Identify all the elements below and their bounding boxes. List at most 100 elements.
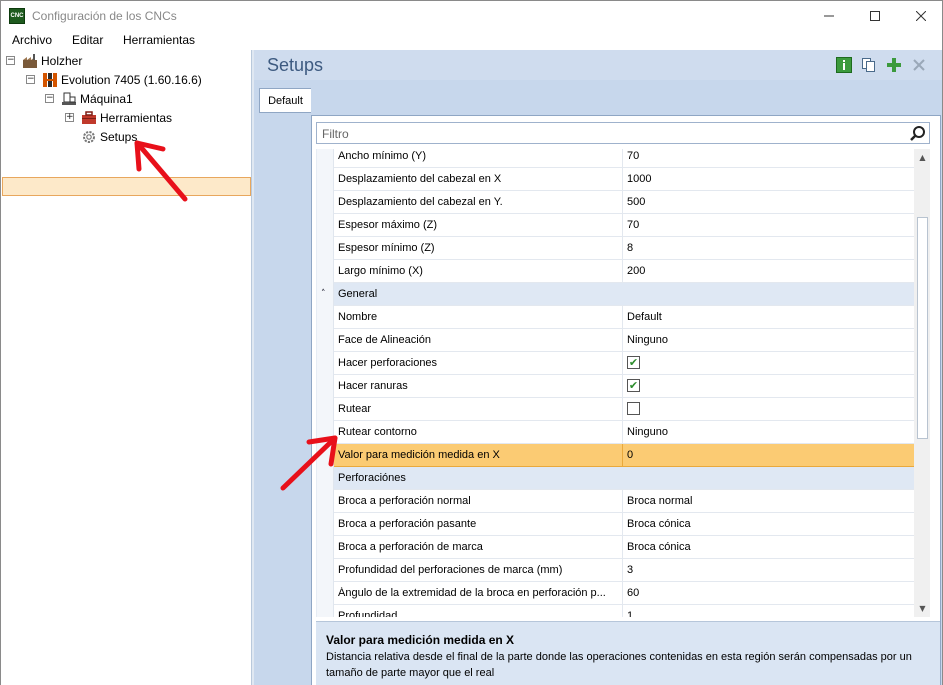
category-row[interactable]: ˄ General [321, 283, 914, 306]
delete-icon[interactable] [911, 57, 927, 73]
property-name: Broca a perforación normal [338, 495, 471, 507]
column-divider [622, 375, 623, 398]
collapse-icon[interactable]: − [45, 94, 54, 103]
close-button[interactable] [898, 1, 943, 30]
property-value[interactable]: 60 [627, 587, 639, 599]
scroll-up-icon[interactable]: ▲ [914, 149, 930, 166]
tree-node-herramientas[interactable]: + Herramientas [65, 108, 172, 127]
collapse-icon[interactable]: − [26, 75, 35, 84]
tree-label-holzher: Holzher [41, 53, 83, 68]
filter-field[interactable]: Filtro [316, 122, 930, 144]
property-value[interactable]: 200 [627, 265, 645, 277]
property-row[interactable]: Ángulo de la extremidad de la broca en p… [334, 582, 914, 605]
minimize-button[interactable] [806, 1, 852, 30]
property-row[interactable]: Desplazamiento del cabezal en Y. 500 [334, 191, 914, 214]
property-row[interactable]: Ancho mínimo (Y) 70 [334, 149, 914, 168]
vertical-scrollbar[interactable]: ▲ ▼ [914, 149, 930, 617]
column-divider [622, 490, 623, 513]
property-row[interactable]: Profundidad ... 1 [334, 605, 914, 617]
search-icon[interactable] [909, 125, 926, 142]
property-name: Broca a perforación pasante [338, 518, 477, 530]
menu-herramientas[interactable]: Herramientas [123, 33, 195, 47]
property-value[interactable]: 0 [627, 449, 633, 461]
tree-node-holzher[interactable]: − Holzher [6, 51, 82, 70]
property-value[interactable]: Default [627, 311, 662, 323]
property-row[interactable]: Largo mínimo (X) 200 [334, 260, 914, 283]
property-value[interactable]: Broca cónica [627, 518, 691, 530]
property-value[interactable]: 3 [627, 564, 633, 576]
expand-icon[interactable]: + [65, 113, 74, 122]
category-row[interactable]: Perforaciónes [334, 467, 914, 490]
column-divider [622, 260, 623, 283]
property-checkbox[interactable]: ✔ [627, 379, 640, 392]
property-row[interactable]: Rutear contorno Ninguno [334, 421, 914, 444]
column-divider [622, 421, 623, 444]
tab-default[interactable]: Default [259, 88, 311, 113]
menu-bar: Archivo Editar Herramientas [0, 30, 943, 50]
column-divider [622, 444, 623, 467]
column-divider [622, 605, 623, 617]
property-checkbox[interactable] [627, 402, 640, 415]
property-name: Rutear contorno [338, 426, 417, 438]
menu-editar[interactable]: Editar [72, 33, 103, 47]
property-checkbox[interactable]: ✔ [627, 356, 640, 369]
property-editor: Filtro Ancho mínimo (Y) 70 Desplazamiento … [311, 115, 941, 685]
property-row[interactable]: Rutear [334, 398, 914, 421]
tab-strip: Default Filtro Ancho mínimo (Y) 70 Desplaz… [254, 80, 942, 685]
column-divider [622, 513, 623, 536]
column-divider [622, 352, 623, 375]
maximize-button[interactable] [852, 1, 898, 30]
property-value[interactable]: 1000 [627, 173, 651, 185]
column-divider [622, 149, 623, 168]
property-row[interactable]: Face de Alineación Ninguno [334, 329, 914, 352]
property-row[interactable]: Broca a perforación normal Broca normal [334, 490, 914, 513]
minimize-icon [824, 15, 834, 16]
filter-input[interactable]: Filtro [322, 127, 349, 141]
property-row[interactable]: Hacer ranuras ✔ [334, 375, 914, 398]
info-icon[interactable] [836, 57, 852, 73]
property-name: Profundidad del perforaciones de marca (… [338, 564, 563, 576]
factory-icon [23, 53, 37, 68]
property-row[interactable]: Broca a perforación de marca Broca cónica [334, 536, 914, 559]
tree-node-setups[interactable]: Setups [81, 127, 137, 146]
column-divider [622, 398, 623, 421]
property-row[interactable]: Broca a perforación pasante Broca cónica [334, 513, 914, 536]
menu-archivo[interactable]: Archivo [12, 33, 52, 47]
collapse-caret-icon[interactable]: ˄ [321, 289, 326, 299]
copy-icon[interactable] [861, 57, 877, 73]
column-divider [622, 329, 623, 352]
property-row[interactable]: Nombre Default [334, 306, 914, 329]
property-value[interactable]: 8 [627, 242, 633, 254]
property-value[interactable]: Broca cónica [627, 541, 691, 553]
scroll-down-icon[interactable]: ▼ [914, 600, 930, 617]
property-row-selected[interactable]: Valor para medición medida en X 0 [334, 444, 914, 467]
grid-gutter [317, 149, 334, 617]
property-value[interactable]: 500 [627, 196, 645, 208]
property-row[interactable]: Espesor máximo (Z) 70 [334, 214, 914, 237]
property-row[interactable]: Hacer perforaciones ✔ [334, 352, 914, 375]
property-value[interactable]: 1 [627, 610, 633, 617]
property-value[interactable]: Ninguno [627, 426, 668, 438]
property-value[interactable]: 70 [627, 150, 639, 162]
property-value[interactable]: Broca normal [627, 495, 692, 507]
property-value[interactable]: Ninguno [627, 334, 668, 346]
tree-node-evolution[interactable]: − Evolution 7405 (1.60.16.6) [26, 70, 202, 89]
add-icon[interactable] [886, 57, 902, 73]
tree-label-evolution: Evolution 7405 (1.60.16.6) [61, 72, 202, 87]
property-row[interactable]: Desplazamiento del cabezal en X 1000 [334, 168, 914, 191]
column-divider [622, 168, 623, 191]
property-value[interactable]: 70 [627, 219, 639, 231]
window-title: Configuración de los CNCs [32, 9, 177, 23]
property-row[interactable]: Profundidad del perforaciones de marca (… [334, 559, 914, 582]
property-name: Face de Alineación [338, 334, 431, 346]
property-name: Ancho mínimo (Y) [338, 150, 427, 162]
tree-selection-highlight [2, 177, 251, 196]
scrollbar-thumb[interactable] [917, 217, 928, 439]
column-divider [622, 214, 623, 237]
property-row[interactable]: Espesor mínimo (Z) 8 [334, 237, 914, 260]
property-grid: Ancho mínimo (Y) 70 Desplazamiento del cab… [316, 149, 930, 617]
tree-node-maquina1[interactable]: − Máquina1 [45, 89, 133, 108]
tree-label-setups: Setups [100, 129, 138, 144]
property-name: Rutear [338, 403, 372, 415]
collapse-icon[interactable]: − [6, 56, 15, 65]
